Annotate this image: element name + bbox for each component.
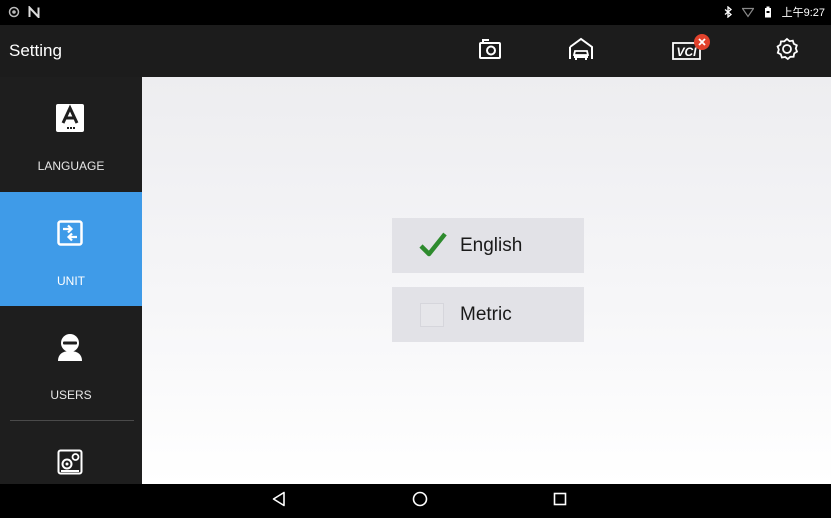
screenshot-button[interactable]: [476, 37, 504, 65]
unit-switch-icon: [53, 216, 87, 250]
checkmark-icon[interactable]: [418, 230, 448, 260]
system-nav-bar: [0, 484, 831, 518]
sidebar-item-users[interactable]: USERS: [0, 306, 142, 420]
page-title: Setting: [9, 41, 62, 60]
settings-sidebar: LANGUAGE UNIT USERS: [0, 77, 142, 484]
home-icon: [412, 491, 428, 512]
wifi-icon: [740, 6, 755, 18]
garage-icon: [568, 37, 594, 66]
settings-button[interactable]: [773, 37, 801, 65]
n-icon: [28, 4, 40, 20]
checkbox-unchecked[interactable]: [420, 303, 444, 327]
sidebar-item-label: USERS: [50, 388, 92, 402]
unit-settings-panel: English Metric: [142, 77, 831, 484]
language-icon: [53, 101, 87, 135]
sidebar-item-unit[interactable]: UNIT: [0, 192, 142, 306]
unit-option-english[interactable]: English: [392, 218, 584, 273]
recents-button[interactable]: [551, 492, 569, 510]
sidebar-item-language[interactable]: LANGUAGE: [0, 77, 142, 191]
garage-button[interactable]: [567, 37, 595, 65]
sidebar-item-label: UNIT: [57, 274, 85, 288]
sidebar-item-system-settings[interactable]: [0, 421, 142, 484]
unit-option-label: Metric: [460, 304, 512, 325]
vci-status-button[interactable]: VCI: [670, 34, 710, 65]
shield-icon: [8, 5, 20, 18]
unit-option-metric[interactable]: Metric: [392, 287, 584, 342]
vci-disconnected-icon: [694, 34, 710, 50]
vci-label: VCI: [676, 45, 697, 59]
back-icon: [272, 491, 286, 512]
status-bar: 上午9:27: [0, 0, 831, 25]
battery-icon: [762, 6, 774, 18]
recents-icon: [553, 492, 567, 511]
user-icon: [53, 330, 87, 364]
camera-icon: [478, 38, 502, 65]
back-button[interactable]: [270, 491, 288, 512]
system-settings-icon: [53, 445, 87, 479]
status-time: 上午9:27: [781, 7, 825, 19]
settings-gear-icon: [775, 37, 799, 66]
home-button[interactable]: [411, 491, 429, 512]
bluetooth-icon: [722, 5, 734, 19]
app-bar: Setting VCI: [0, 25, 831, 77]
sidebar-item-label: LANGUAGE: [37, 159, 105, 173]
vci-icon: VCI: [672, 34, 710, 62]
unit-option-label: English: [460, 235, 523, 256]
